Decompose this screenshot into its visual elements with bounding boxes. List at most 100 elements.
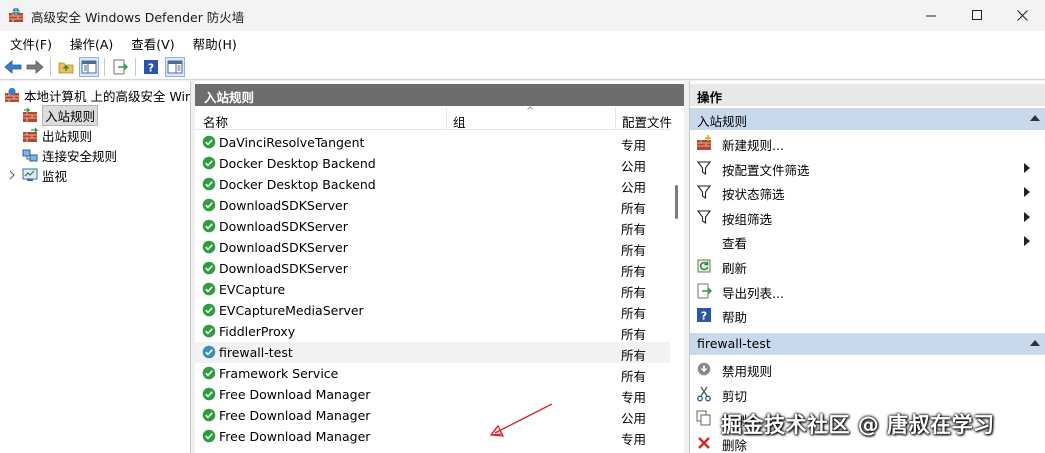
menu-file[interactable]: 文件(F) (0, 31, 60, 54)
chevron-right-icon[interactable] (8, 170, 16, 180)
action-filter-2[interactable]: 按状态筛选 (690, 180, 1038, 204)
svg-text:?: ? (701, 310, 707, 323)
outbound-rules-icon (23, 127, 38, 142)
refresh-icon (696, 258, 712, 274)
rule-profile: 所有 (621, 348, 647, 363)
table-row[interactable]: Docker Desktop Backend 公用 (195, 174, 670, 195)
action-new-rule-0[interactable]: 新建规则... (690, 131, 1038, 155)
monitoring-icon (22, 168, 38, 181)
rule-name: Framework Service (219, 366, 339, 381)
forward-arrow-icon (26, 60, 44, 74)
export-list-button[interactable] (110, 57, 130, 77)
filter-icon (696, 184, 712, 200)
rule-name: Docker Desktop Backend (219, 156, 376, 171)
menu-help[interactable]: 帮助(H) (183, 31, 245, 54)
table-row[interactable]: Free Download Manager 专用 (195, 384, 670, 405)
rule-name: EVCaptureMediaServer (219, 303, 364, 318)
export-icon (113, 59, 128, 75)
table-row[interactable]: Framework Service 所有 (195, 363, 670, 384)
minimize-button[interactable] (908, 0, 954, 31)
collapse-up-icon[interactable] (1030, 340, 1040, 346)
rule-enabled-icon (202, 240, 216, 254)
column-divider[interactable] (615, 108, 616, 129)
rules-list-pane: 入站规则 名称 ^ 组 配置文件 DaVinciResolveTangent 专用… (195, 81, 684, 453)
rule-enabled-icon (202, 282, 216, 296)
help-button[interactable]: ? (141, 57, 161, 77)
menu-view[interactable]: 查看(V) (121, 31, 182, 54)
action-disable-0[interactable]: 禁用规则 (690, 357, 1038, 381)
action-refresh-5[interactable]: 刷新 (690, 254, 1038, 278)
action-help-7[interactable]: ? 帮助 (690, 303, 1038, 327)
tree-root[interactable]: 本地计算机 上的高级安全 Windows Defender 防火墙 (4, 85, 190, 105)
tree-item-outbound-rules[interactable]: 出站规则 (22, 125, 92, 145)
menu-action[interactable]: 操作(A) (60, 31, 121, 54)
action-view-4[interactable]: 查看 (690, 229, 1038, 253)
table-row[interactable]: Free Download Manager 公用 (195, 405, 670, 426)
table-row[interactable]: Docker Desktop Backend 公用 (195, 153, 670, 174)
rule-enabled-icon (202, 324, 216, 338)
column-header-name[interactable]: 名称 (203, 112, 228, 131)
rule-name: DownloadSDKServer (219, 198, 348, 213)
rule-enabled-icon (202, 261, 216, 275)
rule-name: DownloadSDKServer (219, 240, 348, 255)
column-header-profile[interactable]: 配置文件 (622, 112, 672, 131)
maximize-icon (971, 10, 982, 20)
export-icon (696, 283, 712, 299)
column-divider[interactable] (446, 108, 447, 129)
show-hide-console-tree-button[interactable] (79, 57, 99, 77)
tree-item-label: 监视 (42, 168, 68, 184)
table-row[interactable]: DownloadSDKServer 所有 (195, 216, 670, 237)
collapse-up-icon[interactable] (1030, 115, 1040, 121)
back-button[interactable] (3, 57, 23, 77)
table-row[interactable]: EVCapture 所有 (195, 279, 670, 300)
help-icon: ? (144, 60, 158, 75)
firewall-app-icon (9, 7, 23, 22)
rule-name: Docker Desktop Backend (219, 177, 376, 192)
table-row[interactable]: FiddlerProxy 所有 (195, 321, 670, 342)
back-arrow-icon (4, 60, 22, 74)
vertical-scrollbar[interactable] (672, 108, 684, 453)
show-hide-action-pane-button[interactable] (165, 57, 185, 77)
tree-item-label: 入站规则 (42, 104, 99, 126)
rule-profile: 所有 (621, 306, 647, 321)
new-rule-icon (696, 135, 712, 151)
rule-name: Free Download Manager (219, 429, 371, 444)
table-row[interactable]: firewall-test 所有 (195, 342, 670, 363)
table-row[interactable]: DownloadSDKServer 所有 (195, 237, 670, 258)
action-filter-1[interactable]: 按配置文件筛选 (690, 156, 1038, 180)
actions-section-selected-rule[interactable]: firewall-test (690, 333, 1045, 355)
up-level-button[interactable] (56, 57, 76, 77)
table-row[interactable]: DownloadSDKServer 所有 (195, 195, 670, 216)
table-row[interactable]: DaVinciResolveTangent 专用 (195, 132, 670, 153)
action-export-6[interactable]: 导出列表... (690, 279, 1038, 303)
forward-button[interactable] (25, 57, 45, 77)
rule-profile: 所有 (621, 369, 647, 384)
title-bar: 高级安全 Windows Defender 防火墙 (0, 0, 1045, 31)
actions-section-inbound[interactable]: 入站规则 (690, 108, 1045, 130)
firewall-app-icon (5, 87, 19, 102)
annotation-arrow-icon (489, 403, 553, 437)
close-button[interactable] (999, 0, 1045, 31)
tree-item-monitoring[interactable]: 监视 (8, 165, 67, 185)
action-label: 禁用规则 (722, 364, 773, 379)
scrollbar-thumb[interactable] (675, 185, 678, 219)
action-label: 按组筛选 (722, 211, 773, 227)
tree-item-connection-security-rules[interactable]: 连接安全规则 (22, 145, 117, 165)
maximize-button[interactable] (954, 0, 1000, 31)
connection-security-icon (22, 149, 38, 162)
actions-section-title: 入站规则 (697, 114, 748, 129)
action-filter-3[interactable]: 按组筛选 (690, 205, 1038, 229)
rule-profile: 公用 (621, 159, 647, 174)
column-header-group[interactable]: 组 (453, 112, 466, 131)
svg-text:?: ? (148, 62, 154, 75)
rule-enabled-icon (202, 429, 216, 443)
rule-profile: 所有 (621, 264, 647, 279)
table-row[interactable]: EVCaptureMediaServer 所有 (195, 300, 670, 321)
table-row[interactable]: Free Download Manager 专用 (195, 426, 670, 447)
tree-item-inbound-rules[interactable]: 入站规则 (22, 104, 99, 126)
action-cut-1[interactable]: 剪切 (690, 382, 1038, 406)
pane-title: 入站规则 (195, 84, 684, 106)
actions-title: 操作 (690, 84, 1045, 106)
rule-profile: 所有 (621, 285, 647, 300)
table-row[interactable]: DownloadSDKServer 所有 (195, 258, 670, 279)
